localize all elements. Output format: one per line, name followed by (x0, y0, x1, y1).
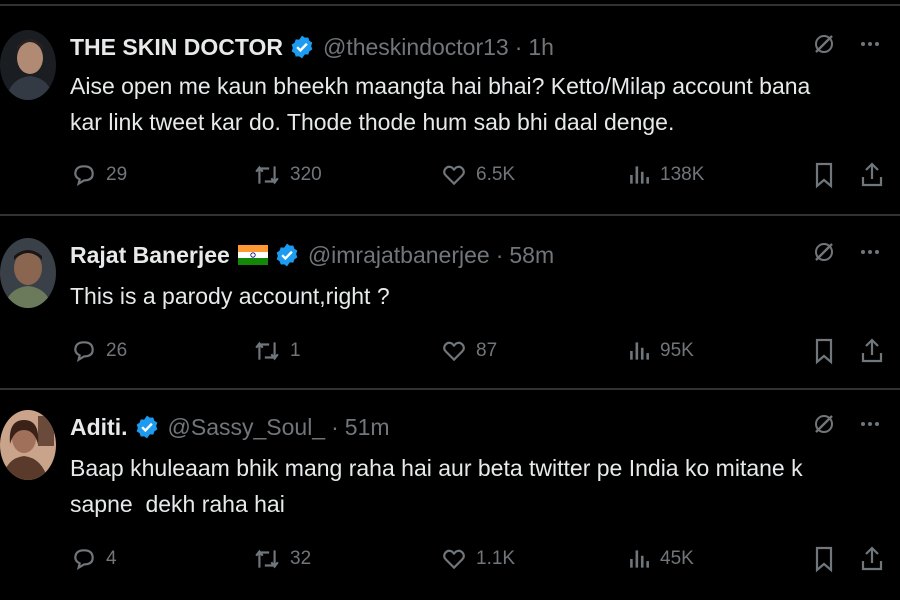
share-button[interactable] (860, 336, 892, 366)
share-button[interactable] (860, 544, 892, 574)
repost-count: 320 (290, 164, 322, 185)
like-count: 1.1K (476, 548, 516, 569)
tweet-text-line: Baap khuleaam bhik mang raha hai aur bet… (70, 455, 803, 481)
views-icon (630, 166, 649, 184)
tweet-text-line: kar link tweet kar do. Thode thode hum s… (70, 109, 675, 135)
reply-icon (74, 549, 94, 570)
reply-button[interactable]: 4 (70, 544, 117, 574)
avatar[interactable] (0, 410, 56, 480)
tweet-divider (0, 214, 900, 216)
tweet-text-line: sapne dekh raha hai (70, 491, 285, 517)
reply-button[interactable]: 26 (70, 336, 127, 366)
bookmark-button[interactable] (812, 544, 844, 574)
like-count: 6.5K (476, 164, 516, 185)
share-icon (861, 546, 883, 571)
like-icon (443, 165, 465, 186)
author-name[interactable]: THE SKIN DOCTOR (70, 34, 283, 61)
bookmark-button[interactable] (812, 336, 844, 366)
avatar[interactable] (0, 238, 56, 308)
tweet-1[interactable]: THE SKIN DOCTOR @theskindoctor13 · 1h Ai… (0, 30, 900, 210)
india-flag-icon (237, 245, 268, 265)
repost-button[interactable]: 320 (252, 160, 322, 190)
like-button[interactable]: 87 (440, 336, 497, 366)
views-count: 138K (660, 164, 705, 185)
repost-icon (255, 341, 279, 361)
reply-count: 26 (106, 340, 128, 361)
author-handle[interactable]: @theskindoctor13 (323, 34, 509, 61)
like-count: 87 (476, 340, 498, 361)
bookmark-icon (815, 338, 833, 365)
bookmark-icon (815, 162, 833, 189)
reply-count: 29 (106, 164, 128, 185)
tweet-header: THE SKIN DOCTOR @theskindoctor13 · 1h (70, 30, 554, 64)
bookmark-button[interactable] (812, 160, 844, 190)
more-icon[interactable] (858, 32, 882, 56)
repost-count: 1 (290, 340, 301, 361)
views-count: 45K (660, 548, 694, 569)
author-handle[interactable]: @imrajatbanerjee (308, 242, 490, 269)
views-button[interactable]: 45K (626, 544, 694, 574)
tweet-divider (0, 388, 900, 390)
repost-button[interactable]: 1 (252, 336, 301, 366)
more-icon[interactable] (858, 240, 882, 264)
tweet-time[interactable]: 58m (509, 242, 554, 269)
tweet-header: Rajat Banerjee @imrajatbanerjee · 58m (70, 238, 554, 272)
views-button[interactable]: 95K (626, 336, 694, 366)
tweet-text: This is a parody account,right ? (70, 278, 870, 314)
verified-badge-icon (289, 34, 315, 60)
tweet-time[interactable]: 1h (528, 34, 554, 61)
reply-button[interactable]: 29 (70, 160, 127, 190)
views-button[interactable]: 138K (626, 160, 704, 190)
separator-dot: · (495, 241, 504, 268)
separator-dot: · (514, 33, 523, 60)
author-name[interactable]: Aditi. (70, 414, 128, 441)
grok-icon[interactable] (812, 412, 836, 436)
more-icon[interactable] (858, 412, 882, 436)
tweet-text-line: Aise open me kaun bheekh maangta hai bha… (70, 73, 811, 99)
like-icon (443, 549, 465, 570)
verified-badge-icon (274, 242, 300, 268)
share-button[interactable] (860, 160, 892, 190)
tweet-text: Aise open me kaun bheekh maangta hai bha… (70, 68, 870, 140)
top-divider (0, 4, 900, 6)
tweet-text: Baap khuleaam bhik mang raha hai aur bet… (70, 450, 870, 522)
share-icon (861, 162, 883, 187)
grok-icon[interactable] (812, 32, 836, 56)
views-icon (630, 342, 649, 360)
grok-icon[interactable] (812, 240, 836, 264)
tweet-2[interactable]: Rajat Banerjee @imrajatbanerjee · 58m Th… (0, 238, 900, 388)
views-icon (630, 550, 649, 568)
top-icons (812, 240, 882, 264)
reply-icon (74, 165, 94, 186)
repost-icon (255, 165, 279, 185)
tweet-time[interactable]: 51m (345, 414, 390, 441)
author-name[interactable]: Rajat Banerjee (70, 242, 230, 269)
verified-badge-icon (134, 414, 160, 440)
bookmark-icon (815, 546, 833, 573)
tweet-actions: 29 320 6.5K 138K (70, 160, 890, 190)
reply-count: 4 (106, 548, 117, 569)
top-icons (812, 32, 882, 56)
views-count: 95K (660, 340, 694, 361)
tweet-text-line: This is a parody account,right ? (70, 283, 390, 309)
top-icons (812, 412, 882, 436)
tweet-actions: 4 32 1.1K 45K (70, 544, 890, 574)
repost-button[interactable]: 32 (252, 544, 311, 574)
avatar[interactable] (0, 30, 56, 100)
tweet-actions: 26 1 87 95K (70, 336, 890, 366)
repost-count: 32 (290, 548, 312, 569)
author-handle[interactable]: @Sassy_Soul_ (168, 414, 326, 441)
separator-dot: · (331, 413, 339, 440)
repost-icon (255, 549, 279, 569)
like-button[interactable]: 1.1K (440, 544, 515, 574)
like-button[interactable]: 6.5K (440, 160, 515, 190)
tweet-3[interactable]: Aditi. @Sassy_Soul_ · 51m Baap khuleaam … (0, 410, 900, 600)
reply-icon (74, 341, 94, 362)
tweet-header: Aditi. @Sassy_Soul_ · 51m (70, 410, 390, 444)
like-icon (443, 341, 465, 362)
share-icon (861, 338, 883, 363)
